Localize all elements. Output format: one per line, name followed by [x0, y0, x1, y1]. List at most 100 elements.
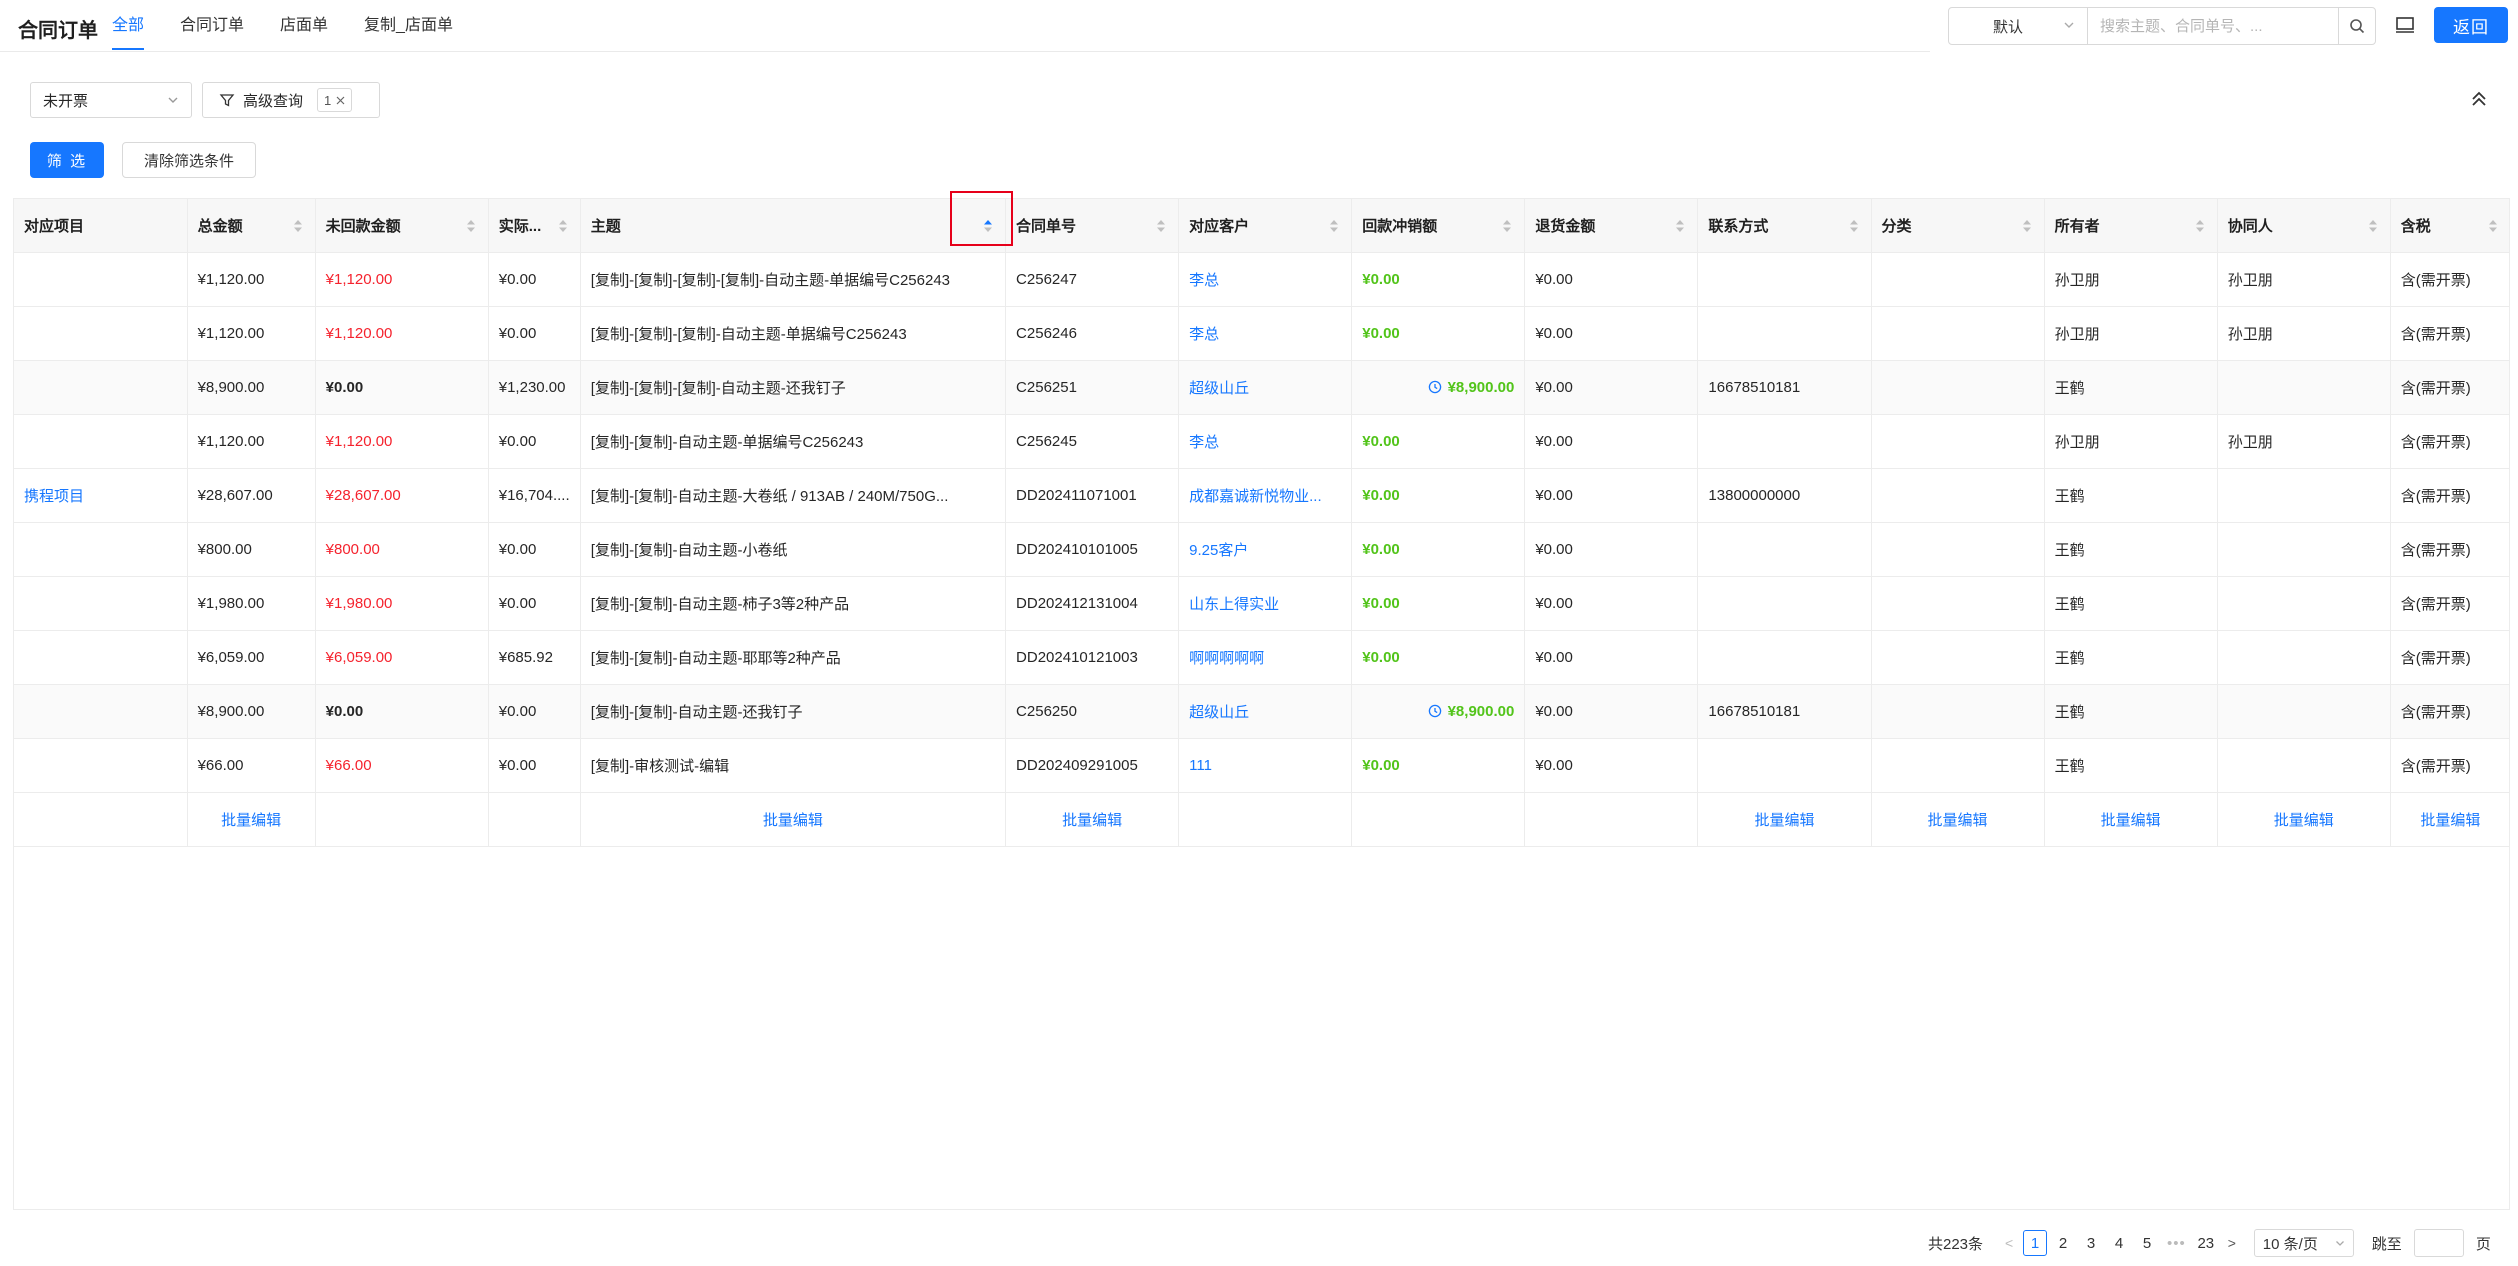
- column-header[interactable]: 退货金额: [1524, 198, 1699, 253]
- column-header-label: 总金额: [197, 218, 243, 235]
- column-header-label: 回款冲销额: [1362, 218, 1438, 235]
- advanced-query-count-badge: 1: [317, 88, 353, 112]
- sort-icon[interactable]: [1156, 218, 1166, 234]
- search-button[interactable]: [2338, 8, 2375, 44]
- sort-icon[interactable]: [293, 218, 303, 234]
- more-pages-icon[interactable]: •••: [2167, 1235, 2186, 1252]
- customer-link[interactable]: 超级山丘: [1178, 360, 1353, 415]
- batch-edit-link[interactable]: 批量编辑: [1871, 792, 2045, 847]
- column-header[interactable]: 对应项目: [14, 198, 188, 253]
- page-1[interactable]: 1: [2023, 1230, 2048, 1256]
- refund-amount-cell: ¥0.00: [1351, 306, 1526, 361]
- project-cell: [14, 522, 188, 577]
- table-row[interactable]: ¥8,900.00 ¥0.00 ¥0.00 [复制]-[复制]-自动主题-还我钉子 C2…: [14, 684, 2509, 739]
- customer-link[interactable]: 成都嘉诚新悦物业...: [1178, 468, 1353, 523]
- sort-icon[interactable]: [466, 218, 476, 234]
- table-row[interactable]: ¥1,980.00 ¥1,980.00 ¥0.00 [复制]-[复制]-自动主题-柿子…: [14, 576, 2509, 631]
- sort-icon[interactable]: [1502, 218, 1512, 234]
- sort-icon[interactable]: [2195, 218, 2205, 234]
- collaborator-cell: 孙卫朋: [2217, 414, 2391, 469]
- invoice-status-select[interactable]: 未开票: [30, 82, 192, 118]
- column-header[interactable]: 分类: [1871, 198, 2045, 253]
- column-header[interactable]: 合同单号: [1005, 198, 1180, 253]
- sort-icon[interactable]: [558, 218, 568, 234]
- batch-edit-link[interactable]: 批量编辑: [2217, 792, 2391, 847]
- tab-copy-store-orders[interactable]: 复制_店面单: [346, 0, 471, 50]
- unpaid-amount-cell: ¥1,120.00: [315, 414, 489, 469]
- tax-cell: 含(需开票): [2390, 738, 2509, 793]
- customer-link[interactable]: 李总: [1178, 306, 1353, 361]
- project-cell[interactable]: 携程项目: [14, 468, 188, 523]
- table-row[interactable]: ¥66.00 ¥66.00 ¥0.00 [复制]-审核测试-编辑 DD202409291…: [14, 738, 2509, 793]
- table-row[interactable]: ¥6,059.00 ¥6,059.00 ¥685.92 [复制]-[复制]-自动主题-…: [14, 630, 2509, 685]
- apply-filter-button[interactable]: 筛 选: [30, 142, 104, 178]
- customer-link[interactable]: 超级山丘: [1178, 684, 1353, 739]
- sort-icon[interactable]: [2022, 218, 2032, 234]
- tab-contract-orders[interactable]: 合同订单: [162, 0, 262, 50]
- search-input[interactable]: [2088, 8, 2338, 44]
- collapse-filters-button[interactable]: [2466, 86, 2492, 112]
- chevron-down-icon: [2064, 22, 2074, 28]
- batch-edit-link[interactable]: 批量编辑: [1697, 792, 1872, 847]
- unpaid-amount-cell: ¥1,120.00: [315, 252, 489, 307]
- page-2[interactable]: 2: [2051, 1230, 2075, 1256]
- page-size-select[interactable]: 10 条/页: [2253, 1229, 2354, 1257]
- column-header[interactable]: 所有者: [2044, 198, 2218, 253]
- owner-cell: 王鹤: [2044, 684, 2218, 739]
- customer-link[interactable]: 李总: [1178, 252, 1353, 307]
- table-row[interactable]: 携程项目 ¥28,607.00 ¥28,607.00 ¥16,704.... [复制]-…: [14, 468, 2509, 523]
- column-header[interactable]: 主题: [580, 198, 1007, 253]
- batch-edit-link[interactable]: 批量编辑: [2044, 792, 2218, 847]
- batch-edit-link[interactable]: 批量编辑: [1005, 792, 1180, 847]
- page-title: 合同订单: [18, 20, 98, 42]
- customer-link[interactable]: 山东上得实业: [1178, 576, 1353, 631]
- subject-cell: [复制]-[复制]-自动主题-大卷纸 / 913AB / 240M/750G..…: [580, 468, 1007, 523]
- page-4[interactable]: 4: [2107, 1230, 2131, 1256]
- column-header[interactable]: 联系方式: [1697, 198, 1872, 253]
- table-row[interactable]: ¥8,900.00 ¥0.00 ¥1,230.00 [复制]-[复制]-[复制]-自动…: [14, 360, 2509, 415]
- column-header[interactable]: 总金额: [187, 198, 316, 253]
- customer-link[interactable]: 啊啊啊啊啊: [1178, 630, 1353, 685]
- tab-all[interactable]: 全部: [110, 0, 162, 50]
- sort-icon[interactable]: [983, 218, 993, 234]
- tab-store-orders[interactable]: 店面单: [262, 0, 346, 50]
- column-header[interactable]: 协同人: [2217, 198, 2391, 253]
- sort-icon[interactable]: [2488, 218, 2498, 234]
- screen-toggle-button[interactable]: [2392, 12, 2418, 38]
- batch-edit-link[interactable]: 批量编辑: [580, 792, 1007, 847]
- sort-icon[interactable]: [1675, 218, 1685, 234]
- sort-icon[interactable]: [1849, 218, 1859, 234]
- table-row[interactable]: ¥1,120.00 ¥1,120.00 ¥0.00 [复制]-[复制]-[复制]-自动…: [14, 306, 2509, 361]
- return-amount-cell: ¥0.00: [1524, 414, 1699, 469]
- sort-icon[interactable]: [1329, 218, 1339, 234]
- page-3[interactable]: 3: [2079, 1230, 2103, 1256]
- batch-edit-link[interactable]: 批量编辑: [2390, 792, 2509, 847]
- column-header[interactable]: 对应客户: [1178, 198, 1353, 253]
- page-5[interactable]: 5: [2135, 1230, 2159, 1256]
- column-header[interactable]: 回款冲销额: [1351, 198, 1526, 253]
- customer-link[interactable]: 9.25客户: [1178, 522, 1353, 577]
- clear-filters-button[interactable]: 清除筛选条件: [122, 142, 256, 178]
- customer-link[interactable]: 111: [1178, 738, 1353, 793]
- table-row[interactable]: ¥800.00 ¥800.00 ¥0.00 [复制]-[复制]-自动主题-小卷纸 DD2…: [14, 522, 2509, 577]
- batch-edit-link[interactable]: 批量编辑: [187, 792, 316, 847]
- close-icon[interactable]: [336, 96, 345, 105]
- orders-table: 对应项目 总金额 未回款金额 实际... 主题 合同单号 对应客户 回款冲销额 退货金额 联系方式…: [13, 198, 2510, 1210]
- column-header[interactable]: 实际...: [488, 198, 581, 253]
- contract-no-cell: DD202409291005: [1005, 738, 1180, 793]
- column-header[interactable]: 未回款金额: [315, 198, 489, 253]
- sort-icon[interactable]: [2368, 218, 2378, 234]
- jump-to-input[interactable]: [2413, 1229, 2464, 1257]
- table-row[interactable]: ¥1,120.00 ¥1,120.00 ¥0.00 [复制]-[复制]-自动主题-单据…: [14, 414, 2509, 469]
- next-page-icon[interactable]: >: [2220, 1235, 2244, 1251]
- back-button[interactable]: 返回: [2434, 7, 2508, 43]
- page-last[interactable]: 23: [2194, 1230, 2218, 1256]
- contract-no-cell: C256245: [1005, 414, 1180, 469]
- customer-link[interactable]: 李总: [1178, 414, 1353, 469]
- advanced-query-button[interactable]: 高级查询 1: [202, 82, 380, 118]
- prev-page-icon[interactable]: <: [1997, 1235, 2021, 1251]
- owner-cell: 孙卫朋: [2044, 252, 2218, 307]
- column-header[interactable]: 含税: [2390, 198, 2509, 253]
- search-scope-select[interactable]: 默认: [1949, 8, 2088, 44]
- table-row[interactable]: ¥1,120.00 ¥1,120.00 ¥0.00 [复制]-[复制]-[复制]-[复…: [14, 252, 2509, 307]
